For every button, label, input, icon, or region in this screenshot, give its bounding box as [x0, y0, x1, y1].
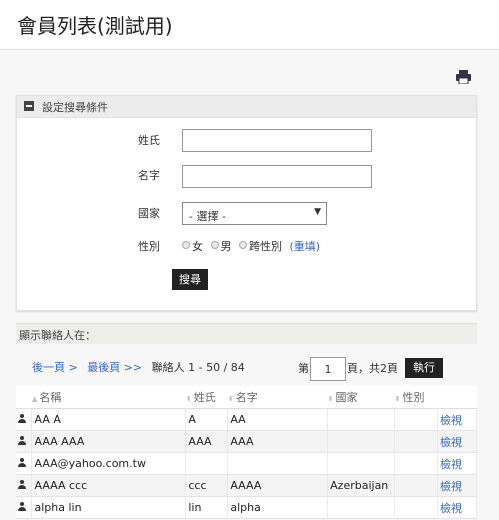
person-icon	[18, 480, 26, 489]
gender-option-transgender[interactable]: 跨性別	[249, 240, 282, 253]
cell-gender	[394, 408, 439, 431]
country-select[interactable]: - 選擇 - ▼	[182, 202, 327, 225]
contact-count: 聯絡人 1 - 50 / 84	[151, 361, 245, 374]
cell-name: alpha lin	[31, 496, 187, 519]
reset-link[interactable]: (重填)	[290, 240, 321, 253]
cell-gender	[394, 496, 439, 519]
cell-last-name: A	[185, 408, 229, 431]
view-link[interactable]: 檢視	[440, 502, 462, 515]
first-name-label: 名字	[138, 169, 160, 182]
cell-last-name: ccc	[185, 474, 229, 497]
cell-country	[327, 430, 396, 453]
page-header: 會員列表(測試用)	[0, 0, 499, 50]
table-row[interactable]: alpha lin lin alpha 檢視	[16, 496, 477, 519]
contacts-table: ▲ 名稱 ⬍ 姓氏 ⬍ 名字 ⬍ 國家 ⬍ 性別 AA A A AA 檢視 AAA AAA…	[16, 385, 477, 519]
table-header-row: ▲ 名稱 ⬍ 姓氏 ⬍ 名字 ⬍ 國家 ⬍ 性別	[16, 385, 477, 409]
person-icon	[18, 458, 26, 467]
minus-square-icon[interactable]	[24, 101, 34, 111]
search-button[interactable]: 搜尋	[172, 269, 208, 290]
chevron-down-icon: ▼	[314, 207, 321, 217]
cell-last-name: AAA	[185, 430, 229, 453]
next-page-link[interactable]: 後一頁 >	[32, 361, 78, 374]
page-title: 會員列表(測試用)	[17, 14, 173, 38]
view-link[interactable]: 檢視	[440, 436, 462, 449]
country-label: 國家	[138, 207, 160, 220]
cell-last-name: lin	[185, 496, 229, 519]
column-header-name[interactable]: ▲ 名稱	[31, 385, 186, 409]
cell-name: AAA AAA	[31, 430, 187, 453]
page-jump: 第 1 頁，共2頁	[298, 357, 398, 381]
last-name-label: 姓氏	[138, 134, 160, 147]
sort-arrow-icon: ⬍	[185, 394, 192, 403]
print-icon[interactable]	[456, 70, 471, 84]
person-icon	[18, 414, 26, 423]
cell-country	[327, 452, 396, 475]
cell-first-name: AAA	[227, 430, 329, 453]
column-header-first-name[interactable]: ⬍ 名字	[227, 385, 328, 409]
view-link[interactable]: 檢視	[440, 480, 462, 493]
cell-gender	[394, 430, 439, 453]
cell-gender	[394, 474, 439, 497]
cell-country: Azerbaijan	[327, 474, 396, 497]
cell-first-name: AA	[227, 408, 329, 431]
view-link[interactable]: 檢視	[440, 458, 462, 471]
column-header-country[interactable]: ⬍ 國家	[327, 385, 395, 409]
cell-country	[327, 408, 396, 431]
table-row[interactable]: AA A A AA 檢視	[16, 408, 477, 431]
cell-first-name: alpha	[227, 496, 329, 519]
cell-last-name	[185, 452, 229, 475]
cell-name: AAAA ccc	[31, 474, 187, 497]
last-page-link[interactable]: 最後頁 >>	[87, 361, 142, 374]
first-name-input[interactable]	[182, 165, 372, 188]
search-panel-header[interactable]: 設定搜尋條件	[17, 96, 476, 118]
gender-option-female[interactable]: 女	[192, 240, 203, 253]
cell-gender	[394, 452, 439, 475]
country-selected-value: - 選擇 -	[189, 210, 226, 223]
table-row[interactable]: AAA AAA AAA AAA 檢視	[16, 430, 477, 453]
search-panel-title: 設定搜尋條件	[42, 101, 108, 114]
cell-name: AA A	[31, 408, 187, 431]
search-panel: 設定搜尋條件 姓氏 名字 國家 - 選擇 - ▼ 性別 女 男 跨性別 (重填)…	[16, 95, 477, 311]
column-header-last-name[interactable]: ⬍ 姓氏	[185, 385, 228, 409]
sort-arrow-icon: ⬍	[394, 394, 401, 403]
person-icon	[18, 502, 26, 511]
gender-radio-female[interactable]	[182, 241, 190, 249]
page-suffix: 頁，共2頁	[347, 362, 398, 375]
cell-first-name: AAAA	[227, 474, 329, 497]
results-header-bar: 顯示聯絡人在：	[16, 323, 477, 344]
pager: 後一頁 > 最後頁 >> 聯絡人 1 - 50 / 84	[32, 359, 245, 375]
gender-options: 女 男 跨性別 (重填)	[182, 238, 320, 254]
last-name-input[interactable]	[182, 129, 372, 152]
gender-option-male[interactable]: 男	[221, 240, 232, 253]
sort-arrow-icon: ▲	[31, 394, 38, 403]
cell-name: AAA@yahoo.com.tw	[31, 452, 187, 475]
sort-arrow-icon: ⬍	[227, 394, 234, 403]
table-row[interactable]: AAA@yahoo.com.tw 檢視	[16, 452, 477, 475]
person-icon	[18, 436, 26, 445]
page-prefix: 第	[298, 362, 309, 375]
view-link[interactable]: 檢視	[440, 414, 462, 427]
cell-country	[327, 496, 396, 519]
cell-first-name	[227, 452, 329, 475]
gender-label: 性別	[138, 240, 160, 253]
page-number-input[interactable]: 1	[310, 357, 346, 381]
sort-arrow-icon: ⬍	[327, 394, 334, 403]
table-row[interactable]: AAAA ccc ccc AAAA Azerbaijan 檢視	[16, 474, 477, 497]
column-header-gender[interactable]: ⬍ 性別	[394, 385, 438, 409]
execute-button[interactable]: 執行	[405, 358, 443, 378]
results-show-label: 顯示聯絡人在：	[19, 329, 96, 342]
gender-radio-transgender[interactable]	[239, 241, 247, 249]
gender-radio-male[interactable]	[210, 241, 219, 249]
